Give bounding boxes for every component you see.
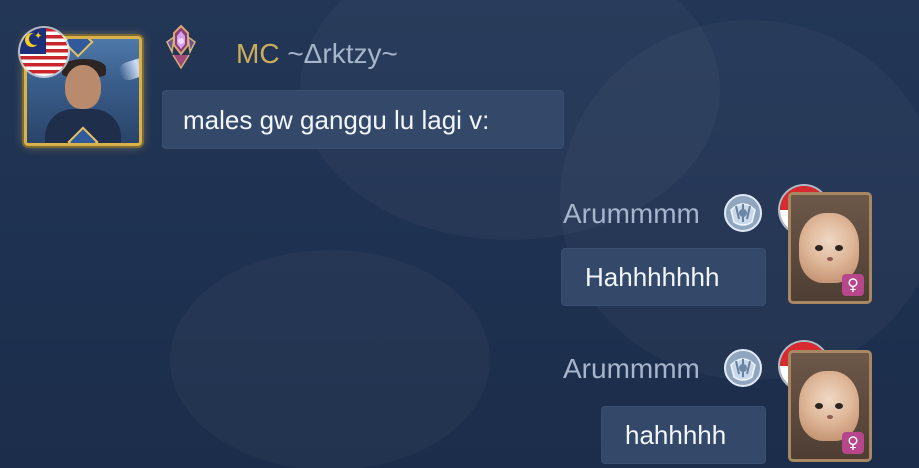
malaysia-flag-icon: ✦ — [20, 28, 68, 76]
female-icon: ♀ — [842, 274, 864, 296]
avatar[interactable]: ♀ — [788, 350, 872, 462]
cat-eye — [815, 245, 823, 251]
cat-eye — [835, 403, 843, 409]
message-text: Hahhhhhhh — [585, 262, 720, 292]
wing-icon — [117, 53, 139, 83]
cat-eye — [815, 403, 823, 409]
cat-nose — [827, 257, 833, 261]
sender-name: ~Δrktzy~ — [287, 38, 398, 69]
star-icon: ✦ — [34, 31, 43, 42]
rank-emblem-icon — [724, 349, 762, 387]
sender-name-row[interactable]: MC ~Δrktzy~ — [236, 38, 398, 70]
background-shape — [170, 250, 490, 468]
avatar-photo — [799, 371, 859, 441]
sender-name[interactable]: Arummmm — [563, 198, 700, 230]
female-icon: ♀ — [842, 432, 864, 454]
message-bubble[interactable]: males gw ganggu lu lagi v: — [162, 90, 564, 149]
message-bubble[interactable]: hahhhhh — [601, 406, 766, 464]
message-text: males gw ganggu lu lagi v: — [183, 104, 490, 135]
cat-nose — [827, 415, 833, 419]
avatar[interactable]: ♀ — [788, 192, 872, 304]
cat-eye — [835, 245, 843, 251]
mc-prefix: MC — [236, 38, 280, 69]
sender-name[interactable]: Arummmm — [563, 353, 700, 385]
avatar-photo — [65, 65, 101, 109]
avatar-photo — [799, 213, 859, 283]
message-bubble[interactable]: Hahhhhhhh — [561, 248, 766, 306]
message-text: hahhhhh — [625, 420, 727, 450]
rank-emblem-icon — [166, 24, 196, 70]
rank-emblem-icon — [724, 194, 762, 232]
